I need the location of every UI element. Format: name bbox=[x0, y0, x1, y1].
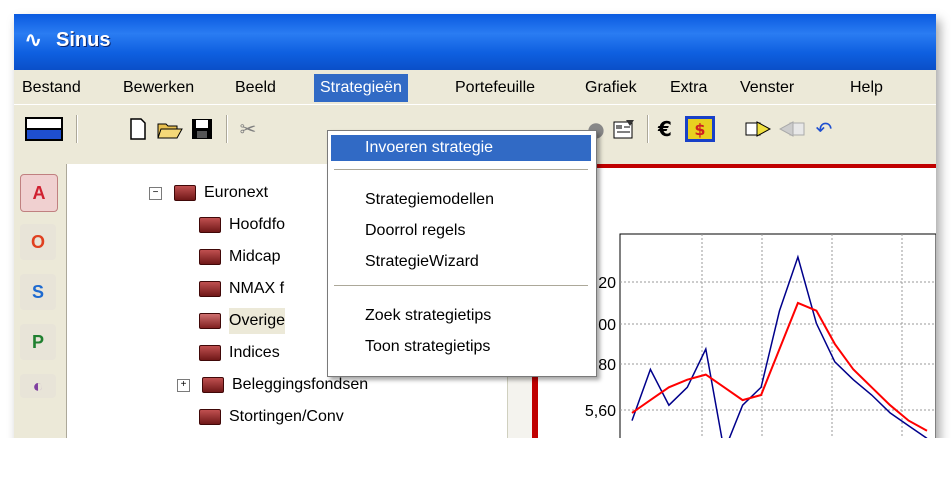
tree-item-hoofdfo[interactable]: Hoofdfo bbox=[199, 212, 285, 238]
tree-label: NMAX f bbox=[229, 280, 285, 297]
menu-help[interactable]: Help bbox=[844, 77, 889, 99]
folder-icon bbox=[202, 377, 224, 393]
back-arrow-icon bbox=[778, 115, 806, 143]
menu-item-strategiewizard[interactable]: StrategieWizard bbox=[331, 249, 591, 275]
menu-grafiek[interactable]: Grafiek bbox=[579, 77, 643, 99]
menu-item-toon-strategietips[interactable]: Toon strategietips bbox=[331, 334, 591, 360]
menu-beeld[interactable]: Beeld bbox=[229, 77, 282, 99]
strategy-side-bar: A O S P ◐ bbox=[14, 164, 64, 454]
expand-icon[interactable]: + bbox=[177, 378, 190, 392]
new-document-icon[interactable] bbox=[126, 115, 150, 143]
strategy-p-icon[interactable]: P bbox=[20, 324, 56, 360]
open-folder-icon bbox=[199, 313, 221, 329]
svg-text:$: $ bbox=[694, 120, 705, 139]
window-title: Sinus bbox=[56, 29, 111, 51]
menu-item-strategiemodellen[interactable]: Strategiemodellen bbox=[331, 187, 591, 213]
tree-label: Euronext bbox=[204, 184, 269, 201]
tree-root-euronext[interactable]: − Euronext bbox=[149, 180, 268, 206]
folder-icon bbox=[199, 249, 221, 265]
tree-item-midcap[interactable]: Midcap bbox=[199, 244, 281, 270]
forward-arrow-icon[interactable] bbox=[744, 115, 772, 143]
menu-item-invoeren-strategie[interactable]: Invoeren strategie bbox=[331, 135, 591, 161]
menu-bewerken[interactable]: Bewerken bbox=[117, 77, 200, 99]
tree-item-stortingen[interactable]: Stortingen/Conv bbox=[199, 404, 344, 430]
menu-strategieen[interactable]: Strategieën bbox=[314, 74, 408, 102]
tree-label: Midcap bbox=[229, 248, 281, 265]
tree-item-nmax[interactable]: NMAX f bbox=[199, 276, 284, 302]
tree-label: Indices bbox=[229, 344, 280, 361]
currency-exchange-icon[interactable]: $ bbox=[684, 115, 716, 143]
folder-icon bbox=[199, 345, 221, 361]
properties-icon[interactable] bbox=[610, 115, 638, 143]
strategieen-dropdown-menu: Invoeren strategie Strategiemodellen Doo… bbox=[327, 130, 597, 377]
menu-portefeuille[interactable]: Portefeuille bbox=[449, 77, 541, 99]
folder-icon bbox=[174, 185, 196, 201]
folder-icon bbox=[199, 217, 221, 233]
menu-bar: Bestand Bewerken Beeld Strategieën Porte… bbox=[14, 74, 936, 102]
menu-bestand[interactable]: Bestand bbox=[16, 77, 87, 99]
ytick-label: 5,60 bbox=[585, 403, 616, 420]
tree-label: Hoofdfo bbox=[229, 216, 286, 233]
strategy-s-icon[interactable]: S bbox=[20, 274, 56, 310]
strategy-a-icon[interactable]: A bbox=[20, 174, 58, 212]
menu-item-doorrol-regels[interactable]: Doorrol regels bbox=[331, 218, 591, 244]
tree-item-indices[interactable]: Indices bbox=[199, 340, 280, 366]
torn-edge bbox=[0, 438, 951, 478]
tree-label: Stortingen/Conv bbox=[229, 408, 344, 425]
undo-icon[interactable]: ↶ bbox=[812, 115, 836, 143]
app-window: ∿ Sinus Bestand Bewerken Beeld Strategie… bbox=[14, 14, 936, 454]
menu-venster[interactable]: Venster bbox=[734, 77, 800, 99]
tree-label: Overige bbox=[229, 308, 286, 334]
layout-view-icon[interactable] bbox=[22, 115, 66, 143]
collapse-icon[interactable]: − bbox=[149, 186, 162, 200]
plot-area bbox=[619, 233, 936, 454]
save-icon[interactable] bbox=[190, 115, 214, 143]
euro-icon[interactable]: € bbox=[654, 115, 676, 143]
cut-icon[interactable]: ✂ bbox=[236, 115, 260, 143]
menu-item-zoek-strategietips[interactable]: Zoek strategietips bbox=[331, 303, 591, 329]
title-bar[interactable]: ∿ Sinus bbox=[14, 14, 936, 70]
folder-icon bbox=[199, 409, 221, 425]
folder-icon bbox=[199, 281, 221, 297]
menu-extra[interactable]: Extra bbox=[664, 77, 713, 99]
open-folder-icon[interactable] bbox=[156, 115, 184, 143]
tree-item-overige[interactable]: Overige bbox=[199, 308, 286, 334]
strategy-o-icon[interactable]: O bbox=[20, 224, 56, 260]
sinus-wave-icon: ∿ bbox=[24, 28, 43, 53]
strategy-more-icon[interactable]: ◐ bbox=[20, 374, 56, 398]
